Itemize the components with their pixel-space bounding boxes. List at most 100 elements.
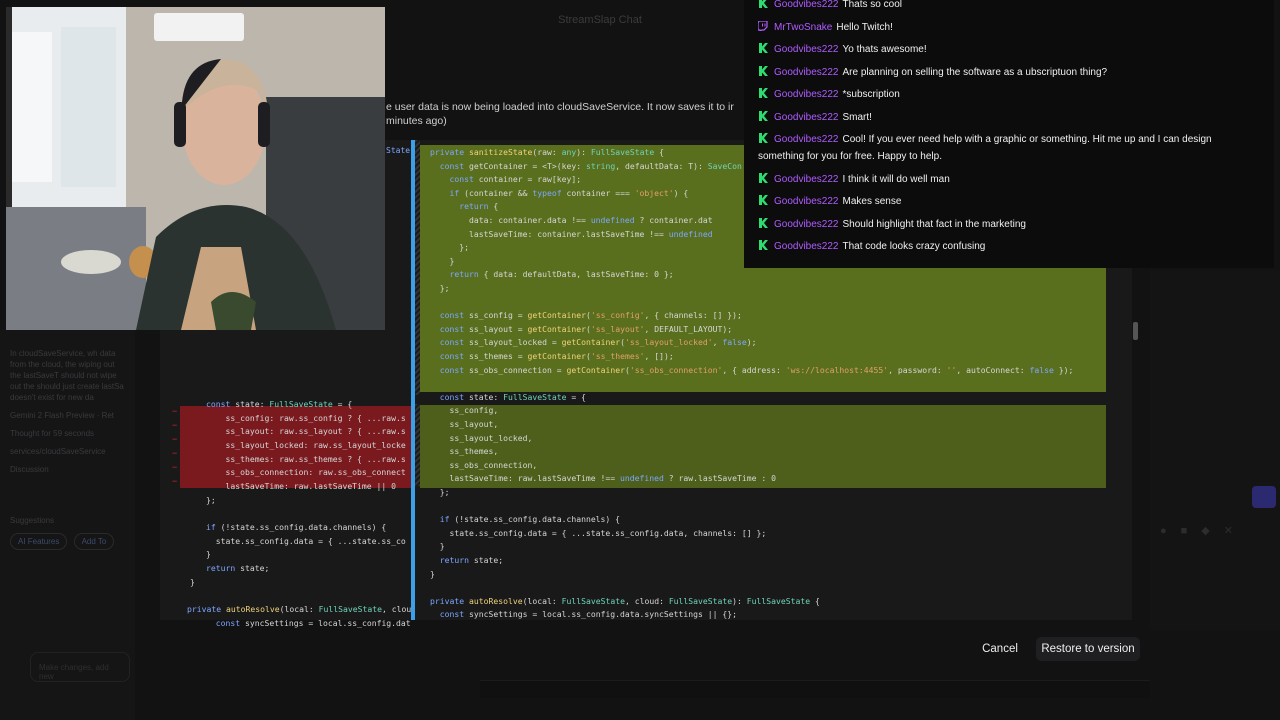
chat-username[interactable]: Goodvibes222 <box>774 44 839 55</box>
chat-message: MrTwoSnake Hello Twitch! <box>757 19 1258 36</box>
code-line: ss_themes, <box>430 446 499 457</box>
minus-marker: − <box>172 462 178 472</box>
chat-text: Makes sense <box>842 196 902 207</box>
code-line: } <box>206 549 211 559</box>
code-line: if (container && typeof container === 'o… <box>449 187 689 198</box>
minus-marker: − <box>172 476 178 486</box>
code-line: const ss_layout = getContainer('ss_layou… <box>439 323 733 334</box>
background-right-panel <box>1150 270 1280 630</box>
cancel-button[interactable]: Cancel <box>972 637 1028 661</box>
minus-marker: − <box>172 448 178 458</box>
sidebar-meta: Gemini 2 Flash Preview · Ret <box>10 411 115 420</box>
chat-text: I think it will do well man <box>842 173 950 185</box>
code-line: return { <box>459 201 499 212</box>
left-state-label: State <box>386 146 411 155</box>
code-line: state.ss_config.data = { ...state.ss_con… <box>430 527 767 538</box>
k-icon <box>758 110 768 121</box>
webcam-image <box>6 7 385 330</box>
code-line: return { data: defaultData, lastSaveTime… <box>449 269 674 280</box>
code-line: if (!state.ss_config.data.channels) { <box>439 514 621 525</box>
code-line: }; <box>430 283 450 293</box>
webcam-overlay <box>6 7 385 330</box>
k-icon <box>758 217 768 228</box>
code-line: const state: FullSaveState = { <box>439 391 586 402</box>
code-line: }; <box>430 242 469 253</box>
dialog-title: StreamSlap Chat <box>558 14 642 26</box>
chat-message: Goodvibes222 Makes sense <box>758 193 1258 210</box>
gutter-hatch <box>415 404 420 486</box>
chat-text: Thats so cool <box>842 0 902 10</box>
k-icon <box>758 172 768 183</box>
chat-message: Goodvibes222 Cool! If you ever need help … <box>758 131 1258 165</box>
minus-marker: − <box>172 434 178 444</box>
code-line: return state; <box>439 555 504 565</box>
chat-username[interactable]: Goodvibes222 <box>774 196 839 207</box>
code-line: private sanitizeState(raw: any): FullSav… <box>430 147 664 157</box>
chat-input[interactable]: Make changes, add new <box>30 652 130 682</box>
chat-text: That code looks crazy confusing <box>842 241 986 252</box>
chat-username[interactable]: Goodvibes222 <box>774 219 839 230</box>
code-line: } <box>430 541 445 552</box>
sidebar-paragraph: In cloudSaveService, wh data from the cl… <box>10 349 124 402</box>
chat-username[interactable]: MrTwoSnake <box>774 22 832 33</box>
code-line: data: container.data !== undefined ? con… <box>430 215 713 225</box>
k-icon <box>758 87 768 98</box>
send-button[interactable] <box>1252 486 1276 508</box>
chat-message: Goodvibes222 Yo thats awesome! <box>758 41 1258 58</box>
code-line: ss_obs_connection, <box>430 459 538 470</box>
diff-divider-handle[interactable] <box>411 140 415 620</box>
chat-message: Goodvibes222 *subscription <box>758 86 1258 103</box>
sidebar-suggestions[interactable]: Suggestions <box>10 515 125 526</box>
chat-username[interactable]: Goodvibes222 <box>774 174 839 185</box>
chat-username[interactable]: Goodvibes222 <box>774 134 839 145</box>
minus-marker: − <box>172 406 178 416</box>
code-line: }; <box>430 487 450 497</box>
chat-username[interactable]: Goodvibes222 <box>774 112 839 123</box>
chat-text: Cool! If you ever need help with a graph… <box>842 134 1212 145</box>
add-to-button[interactable]: Add To <box>73 533 115 550</box>
version-message: e user data is now being loaded into clo… <box>386 100 756 130</box>
chat-message: Goodvibes222 Are planning on selling the … <box>758 64 1258 81</box>
k-icon <box>758 239 768 250</box>
restore-to-version-button[interactable]: Restore to version <box>1036 637 1140 661</box>
sidebar-file[interactable]: services/cloudSaveService <box>10 446 125 457</box>
k-icon <box>758 132 768 143</box>
chat-username[interactable]: Goodvibes222 <box>774 89 839 100</box>
code-line: const syncSettings = local.ss_config.dat… <box>439 609 738 620</box>
code-line: ss_layout_locked, <box>430 432 533 443</box>
sidebar-discussion[interactable]: Discussion <box>10 464 125 475</box>
code-line: const getContainer = <T>(key: string, de… <box>439 160 742 171</box>
gutter-hatch <box>415 140 420 395</box>
code-line: const ss_config = getContainer('ss_confi… <box>439 310 742 321</box>
scrollbar[interactable] <box>1133 322 1138 340</box>
ai-features-button[interactable]: AI Features <box>10 533 68 550</box>
sidebar-thought[interactable]: Thought for 59 seconds <box>10 428 125 439</box>
code-line: ss_layout_locked: raw.ss_layout_locke <box>206 440 406 450</box>
code-line: const state: FullSaveState = { <box>206 399 353 409</box>
code-line: const ss_layout_locked = getContainer('s… <box>439 337 757 348</box>
code-line: const container = raw[key]; <box>449 174 582 185</box>
code-line: } <box>190 577 195 587</box>
chat-username[interactable]: Goodvibes222 <box>774 241 839 252</box>
k-icon <box>758 0 768 8</box>
code-line: ss_config: raw.ss_config ? { ...raw.s <box>206 413 406 423</box>
code-line: const ss_obs_connection = getContainer('… <box>439 364 1074 375</box>
minus-marker: − <box>172 420 178 430</box>
code-line: lastSaveTime: raw.lastSaveTime !== undef… <box>430 473 776 484</box>
k-icon <box>758 65 768 76</box>
code-line: ss_themes: raw.ss_themes ? { ...raw.s <box>206 454 406 464</box>
chat-message: Goodvibes222 Thats so cool <box>758 0 1258 13</box>
chat-username[interactable]: Goodvibes222 <box>774 0 839 10</box>
code-line: ss_layout, <box>430 419 499 429</box>
code-line: const syncSettings = local.ss_config.dat… <box>215 618 411 628</box>
message-line-1: e user data is now being loaded into clo… <box>386 101 734 113</box>
chat-text: Smart! <box>842 111 872 123</box>
code-line: private autoResolve(local: FullSaveState… <box>187 604 411 614</box>
code-line: ss_layout: raw.ss_layout ? { ...raw.s <box>206 426 406 436</box>
chat-username[interactable]: Goodvibes222 <box>774 67 839 78</box>
code-line: if (!state.ss_config.data.channels) { <box>206 522 387 532</box>
chat-message: Goodvibes222 That code looks crazy confus… <box>758 238 1258 255</box>
chat-message: Goodvibes222 I think it will do well man <box>758 171 1258 188</box>
background-footer <box>480 680 1150 698</box>
message-line-2: minutes ago) <box>386 115 447 127</box>
